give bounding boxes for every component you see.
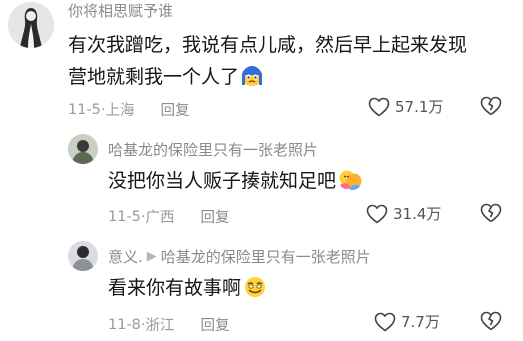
dislike-button[interactable] xyxy=(480,203,502,227)
username[interactable]: 哈基龙的保险里只有一张老照片 xyxy=(108,139,318,160)
comment-meta: 11-5 · 上海 回复 xyxy=(68,99,190,120)
comment-date: 11-5 xyxy=(108,208,141,225)
broken-heart-icon xyxy=(480,311,502,331)
reply-button[interactable]: 回复 xyxy=(201,206,230,227)
comment-text: 营地就剩我一个人了 xyxy=(68,62,263,96)
comment-text-line2: 营地就剩我一个人了 xyxy=(68,66,240,88)
like-count: 31.4万 xyxy=(393,205,442,223)
reply-header: 意义. ▶ 哈基龙的保险里只有一张老照片 xyxy=(108,246,371,267)
username[interactable]: 意义. xyxy=(108,246,143,267)
reply-button[interactable]: 回复 xyxy=(161,99,190,120)
reply-to-username[interactable]: 哈基龙的保险里只有一张老照片 xyxy=(161,246,371,267)
comment-meta: 11-5 · 广西 回复 xyxy=(108,206,230,227)
avatar[interactable] xyxy=(68,241,98,271)
comment-date: 11-8 xyxy=(108,316,141,333)
reply-arrow-icon: ▶ xyxy=(146,249,157,264)
dislike-button[interactable] xyxy=(480,96,502,120)
comment-text: 看来你有故事啊 xyxy=(108,273,267,307)
avatar[interactable] xyxy=(8,2,54,48)
comment-text: 没把你当人贩子揍就知足吧 xyxy=(108,166,362,200)
comment-meta: 11-8 · 浙江 回复 xyxy=(108,314,230,335)
heart-icon xyxy=(374,312,396,331)
crying-face-emoji-icon xyxy=(241,65,263,96)
comment-text-body: 看来你有故事啊 xyxy=(108,277,242,299)
comment-location: 上海 xyxy=(105,103,135,119)
broken-heart-icon xyxy=(480,96,502,116)
comment-text-body: 没把你当人贩子揍就知足吧 xyxy=(108,170,337,192)
comment-date: 11-5 xyxy=(68,101,101,118)
username[interactable]: 你将相思赋予谁 xyxy=(68,0,173,21)
heart-icon xyxy=(368,97,390,116)
reply-button[interactable]: 回复 xyxy=(201,314,230,335)
dislike-button[interactable] xyxy=(480,311,502,335)
like-button[interactable]: 31.4万 xyxy=(366,203,441,224)
like-button[interactable]: 7.7万 xyxy=(374,311,440,332)
comment-location: 广西 xyxy=(145,210,175,226)
smirk-face-emoji-icon xyxy=(243,276,267,307)
avatar[interactable] xyxy=(68,134,98,164)
heart-icon xyxy=(366,204,388,223)
like-button[interactable]: 57.1万 xyxy=(368,96,443,117)
hug-emoji-icon xyxy=(338,169,362,200)
broken-heart-icon xyxy=(480,203,502,223)
comment-text: 有次我蹭吃，我说有点儿咸，然后早上起来发现 xyxy=(68,34,468,56)
comment-location: 浙江 xyxy=(145,318,175,334)
like-count: 7.7万 xyxy=(401,313,440,331)
like-count: 57.1万 xyxy=(395,98,444,116)
